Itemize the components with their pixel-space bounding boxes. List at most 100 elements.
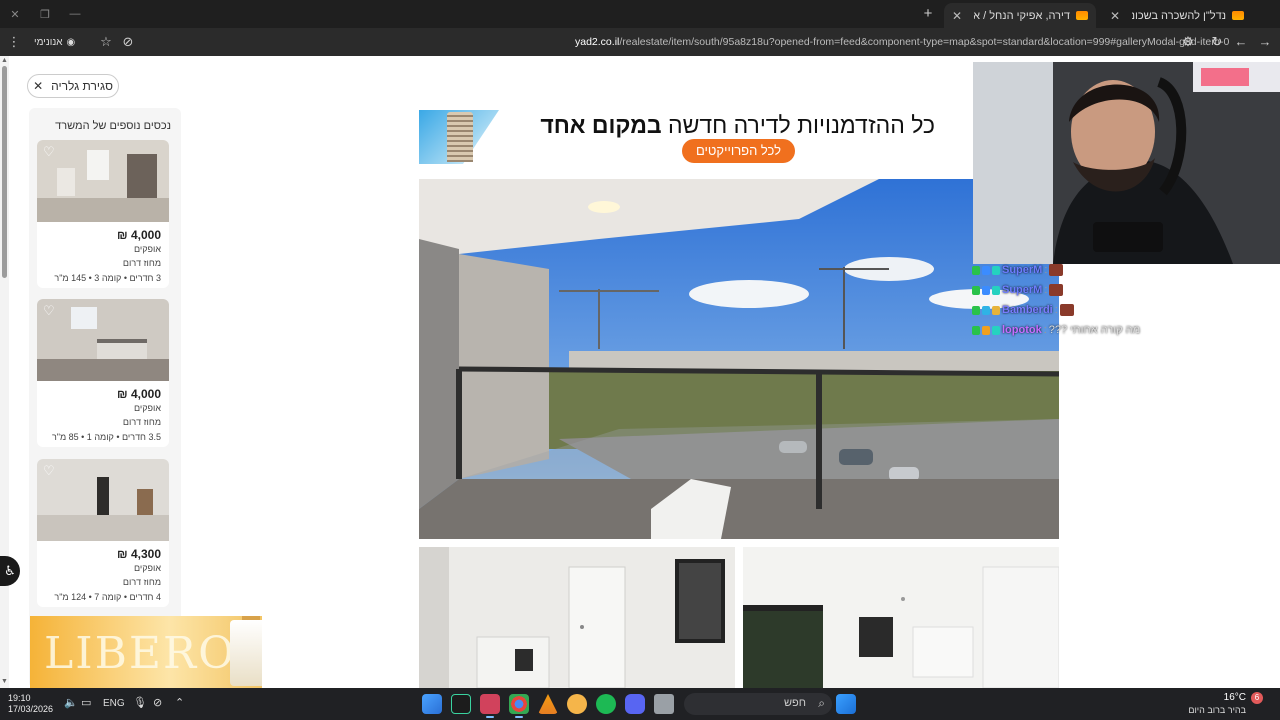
gallery-main-photo[interactable] [419, 179, 1059, 539]
notification-badge[interactable]: 6 [1251, 692, 1263, 704]
libero-ad[interactable]: LIBERO [30, 616, 262, 688]
back-arrow-icon[interactable]: ← [1231, 32, 1251, 52]
tray-overflow-chevron-icon[interactable]: ⌃ [175, 696, 184, 709]
app-icon-pinned[interactable] [567, 694, 587, 714]
close-icon: ✕ [33, 79, 44, 93]
perfume-bottle [230, 620, 262, 686]
scroll-up-icon[interactable]: ▲ [1, 57, 8, 64]
scroll-thumb[interactable] [2, 66, 7, 278]
bookmark-star-icon[interactable]: ☆ [96, 32, 116, 52]
site-settings-icon[interactable]: ⚙ [1178, 32, 1198, 52]
listing-area: מחוז דרום [122, 577, 161, 587]
tab-title: נדל"ן להשכרה בשכונת הפארק [1132, 9, 1226, 22]
app-icon-pinned[interactable] [480, 694, 500, 718]
chat-badge-icon [992, 325, 1000, 335]
chat-badge-icon [982, 305, 990, 315]
discord-app-icon[interactable] [625, 694, 645, 714]
chat-separator: : [1043, 324, 1047, 336]
yad2-favicon-icon [1076, 11, 1088, 20]
eye-off-icon[interactable]: ⊘ [118, 32, 138, 52]
banner-tower-image [447, 112, 473, 162]
address-bar[interactable]: yad2.co.il/realestate/item/south/95a8z18… [575, 36, 1229, 48]
chat-text: מה קורה אחותי ??? [1048, 324, 1141, 336]
streamer-webcam [973, 62, 1280, 264]
browser-toolbar: ⋮ אנונימי ◉ ☆ ⊘ yad2.co.il/realestate/it… [0, 28, 1280, 56]
chat-separator: : [1054, 304, 1058, 316]
listing-specs: 3 חדרים • קומה 3 • 145 מ"ר [54, 273, 161, 283]
all-projects-button[interactable]: לכל הפרוייקטים [682, 139, 795, 163]
favorite-heart-icon[interactable]: ♡ [43, 145, 57, 159]
system-clock[interactable]: 19:10 17/03/2026 [8, 693, 53, 715]
url-host: yad2.co.il [575, 36, 620, 48]
spotify-app-icon[interactable] [596, 694, 616, 714]
close-gallery-label: סגירת גלריה [51, 79, 113, 93]
chat-badge-icon [982, 265, 990, 275]
weather-widget[interactable]: 16°C בהיר ברוב היום [1188, 692, 1246, 716]
window-controls: ✕ ❐ — [0, 0, 90, 28]
tab-title: דירה, אפיקי הנחל / אופקים הח [974, 9, 1070, 22]
file-explorer-icon[interactable] [654, 694, 674, 714]
listing-card[interactable]: ♡ 4,000 ₪ אופקים מחוז דרום 3.5 חדרים • ק… [37, 299, 169, 447]
tab-close-icon[interactable]: ✕ [952, 9, 962, 23]
minimize-window-icon[interactable]: — [60, 0, 90, 28]
chat-badge-icon [992, 305, 1000, 315]
chat-message: lopotok : מה קורה אחותי ??? [972, 322, 1140, 338]
listing-area: מחוז דרום [122, 258, 161, 268]
reload-icon[interactable]: ↻ [1207, 32, 1227, 52]
chat-badge-icon [972, 265, 980, 275]
chat-emote-icon [1049, 284, 1064, 296]
more-listings-sidebar: נכסים נוספים של המשרד ♡ 4,000 ₪ אופקים מ… [29, 108, 181, 688]
new-tab-button[interactable]: + [918, 4, 938, 24]
chat-badge-icon [972, 285, 980, 295]
volume-icon[interactable]: 🔈 [64, 696, 78, 709]
sidebar-title: נכסים נוספים של המשרד [55, 120, 171, 132]
listing-specs: 3.5 חדרים • קומה 1 • 85 מ"ר [51, 432, 161, 442]
language-indicator[interactable]: ENG [103, 698, 125, 709]
chat-separator: : [1044, 264, 1048, 276]
network-off-icon[interactable]: ⊘ [153, 696, 162, 709]
terminal-app-icon[interactable] [451, 694, 471, 714]
gallery-photo-3[interactable] [743, 547, 1059, 688]
chat-badge-icon [972, 305, 980, 315]
chat-separator: : [1044, 284, 1048, 296]
close-window-icon[interactable]: ✕ [0, 0, 30, 28]
listing-city: אופקים [133, 563, 161, 573]
listing-card[interactable]: ♡ 4,000 ₪ אופקים מחוז דרום 3 חדרים • קומ… [37, 140, 169, 288]
chat-badge-icon [982, 285, 990, 295]
weather-desc: בהיר ברוב היום [1188, 705, 1246, 715]
chat-emote-icon [1049, 264, 1064, 276]
listing-card[interactable]: ♡ 4,300 ₪ אופקים מחוז דרום 4 חדרים • קומ… [37, 459, 169, 607]
chat-username: lopotok [1002, 324, 1042, 336]
page-scrollbar[interactable]: ▲ ▼ [0, 56, 9, 688]
yad2-favicon-icon [1232, 11, 1244, 20]
browser-titlebar: ✕ ❐ — + דירה, אפיקי הנחל / אופקים הח ✕ נ… [0, 0, 1280, 28]
chat-badge-icon [972, 325, 980, 335]
display-icon[interactable]: ▭ [81, 696, 91, 709]
chrome-app-icon[interactable] [509, 694, 529, 718]
chat-message: SuperM : [972, 262, 1064, 278]
taskbar-search[interactable]: ⌕ חפש [684, 693, 832, 715]
search-icon: ⌕ [818, 696, 825, 710]
accessibility-icon[interactable]: ♿ [0, 556, 20, 586]
projects-banner[interactable]: כל ההזדמנויות לדירה חדשה במקום אחד לכל ה… [419, 110, 973, 164]
tab-close-icon[interactable]: ✕ [1110, 9, 1120, 23]
forward-arrow-icon[interactable]: → [1255, 32, 1275, 52]
listing-price: 4,000 ₪ [117, 228, 161, 242]
gallery-photo-2[interactable] [419, 547, 735, 688]
restore-window-icon[interactable]: ❐ [30, 0, 60, 28]
listing-specs: 4 חדרים • קומה 7 • 124 מ"ר [54, 592, 161, 602]
tab-listing[interactable]: דירה, אפיקי הנחל / אופקים הח ✕ [944, 3, 1096, 28]
favorite-heart-icon[interactable]: ♡ [43, 304, 57, 318]
task-view-icon[interactable] [422, 694, 442, 714]
close-gallery-button[interactable]: סגירת גלריה ✕ [27, 74, 119, 98]
microphone-icon[interactable]: 🎙 [133, 696, 147, 709]
tab-search-results[interactable]: נדל"ן להשכרה בשכונת הפארק ✕ [1102, 3, 1252, 28]
start-icon[interactable] [836, 694, 856, 714]
scroll-down-icon[interactable]: ▼ [1, 678, 8, 685]
favorite-heart-icon[interactable]: ♡ [43, 464, 57, 478]
incognito-indicator[interactable]: אנונימי ◉ [34, 33, 75, 51]
menu-dots-icon[interactable]: ⋮ [4, 32, 24, 52]
clock-date: 17/03/2026 [8, 704, 54, 714]
vlc-app-icon[interactable] [538, 694, 558, 714]
page-content: ▲ ▼ סגירת גלריה ✕ נכסים נוספים של המשרד … [0, 56, 1280, 688]
